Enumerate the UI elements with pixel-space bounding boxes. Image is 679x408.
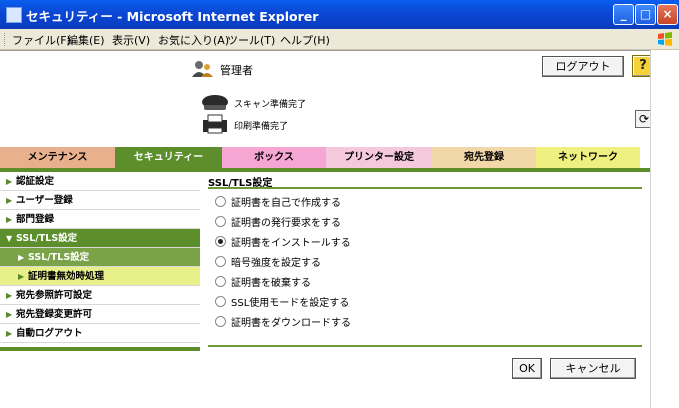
chevron-right-icon: ▶ [6,196,13,205]
option-label: SSL使用モードを設定する [231,298,350,309]
sidebar-item-label: 証明書無効時処理 [28,271,105,282]
toolbar-grip [4,33,8,46]
sidebar-item-auth-settings[interactable]: ▶ 認証設定 [0,172,200,191]
logout-button[interactable]: ログアウト [542,56,624,77]
radio-button[interactable] [215,216,226,227]
sidebar-item-auto-logout[interactable]: ▶ 自動ログアウト [0,324,200,343]
sidebar-item-label: 宛先登録変更許可 [16,309,93,320]
radio-button[interactable] [215,276,226,287]
sidebar-item-address-reference-permission[interactable]: ▶ 宛先参照許可設定 [0,286,200,305]
menu-file[interactable]: ファイル(F) [12,32,71,48]
sidebar-item-label: SSL/TLS設定 [28,252,90,263]
chevron-right-icon: ▶ [6,177,13,186]
option-cert-request[interactable]: 証明書の発行要求をする [215,214,341,230]
sidebar-item-label: ユーザー登録 [16,195,73,206]
menu-bar: ファイル(F) 編集(E) 表示(V) お気に入り(A) ツール(T) ヘルプ(… [0,29,679,50]
option-label: 暗号強度を設定する [231,258,321,269]
option-discard-cert[interactable]: 証明書を破棄する [215,274,311,290]
sidebar-item-user-registration[interactable]: ▶ ユーザー登録 [0,191,200,210]
radio-button[interactable] [215,316,226,327]
sidebar: ▶ 認証設定 ▶ ユーザー登録 ▶ 部門登録 ▼ SSL/TLS設定 ▶ SSL/TLS設… [0,172,200,351]
option-label: 証明書をダウンロードする [231,318,351,329]
radio-button[interactable] [215,296,226,307]
option-label: 証明書をインストールする [231,238,351,249]
print-status: 印刷準備完了 [234,122,289,132]
minimize-button[interactable]: _ [613,4,634,25]
radio-button[interactable] [215,196,226,207]
scan-status: スキャン準備完了 [234,100,307,110]
chevron-right-icon: ▶ [6,291,13,300]
title-underline [208,187,642,189]
tab-maintenance[interactable]: メンテナンス [0,147,115,168]
sidebar-item-label: 自動ログアウト [16,328,83,339]
chevron-right-icon: ▶ [6,329,13,338]
window-titlebar: セキュリティー - Microsoft Internet Explorer _ … [0,0,679,29]
main-tabs: メンテナンス セキュリティー ボックス プリンター設定 宛先登録 ネットワーク [0,147,650,168]
windows-logo-icon [658,32,672,46]
menu-help[interactable]: ヘルプ(H) [280,32,330,48]
ie-app-icon [6,7,22,23]
option-self-create-cert[interactable]: 証明書を自己で作成する [215,194,341,210]
menu-tools[interactable]: ツール(T) [227,32,275,48]
admin-user-icon [192,61,213,77]
form-divider [208,345,642,347]
option-label: 証明書を自己で作成する [231,198,341,209]
sidebar-item-label: 宛先参照許可設定 [16,290,93,301]
chevron-right-icon: ▶ [6,310,13,319]
option-encryption-strength[interactable]: 暗号強度を設定する [215,254,321,270]
option-label: 証明書を破棄する [231,278,311,289]
option-install-cert[interactable]: 証明書をインストールする [215,234,351,250]
chevron-right-icon: ▶ [6,215,13,224]
close-button[interactable]: × [657,4,678,25]
sidebar-bottom-line [0,347,200,351]
maximize-button[interactable]: □ [635,4,656,25]
option-download-cert[interactable]: 証明書をダウンロードする [215,314,351,330]
menu-edit[interactable]: 編集(E) [67,32,105,48]
printer-icon [203,114,227,134]
sidebar-item-label: 認証設定 [16,176,55,187]
menu-favorites[interactable]: お気に入り(A) [158,32,229,48]
scanner-icon [202,95,228,110]
option-label: 証明書の発行要求をする [231,218,341,229]
page-content: 管理者 ログアウト ? スキャン準備完了 印刷準備完了 ⟳ メンテナンス セキュ… [0,50,679,408]
tab-box[interactable]: ボックス [222,147,326,168]
sidebar-item-label: SSL/TLS設定 [16,233,78,244]
chevron-down-icon: ▼ [6,234,13,243]
sidebar-subitem-cert-invalid-handling[interactable]: ▶ 証明書無効時処理 [0,267,200,286]
sidebar-subitem-ssl-tls-settings[interactable]: ▶ SSL/TLS設定 [0,248,200,267]
radio-button-selected[interactable] [215,236,226,247]
menu-view[interactable]: 表示(V) [112,32,150,48]
user-name: 管理者 [220,64,253,77]
tab-network[interactable]: ネットワーク [536,147,640,168]
top-divider [0,50,650,51]
option-ssl-mode[interactable]: SSL使用モードを設定する [215,294,349,310]
tab-address-registration[interactable]: 宛先登録 [432,147,536,168]
sidebar-item-label: 部門登録 [16,214,55,225]
window-title: セキュリティー - Microsoft Internet Explorer [26,9,319,24]
tab-printer-settings[interactable]: プリンター設定 [326,147,432,168]
chevron-right-icon: ▶ [18,272,25,281]
tab-security[interactable]: セキュリティー [115,147,222,168]
vertical-scrollbar[interactable] [650,50,679,408]
ok-button[interactable]: OK [512,358,542,379]
sidebar-item-address-change-permission[interactable]: ▶ 宛先登録変更許可 [0,305,200,324]
cancel-button[interactable]: キャンセル [550,358,636,379]
sidebar-item-ssl-tls[interactable]: ▼ SSL/TLS設定 [0,229,200,248]
sidebar-item-department-registration[interactable]: ▶ 部門登録 [0,210,200,229]
radio-button[interactable] [215,256,226,267]
chevron-right-icon: ▶ [18,253,25,262]
